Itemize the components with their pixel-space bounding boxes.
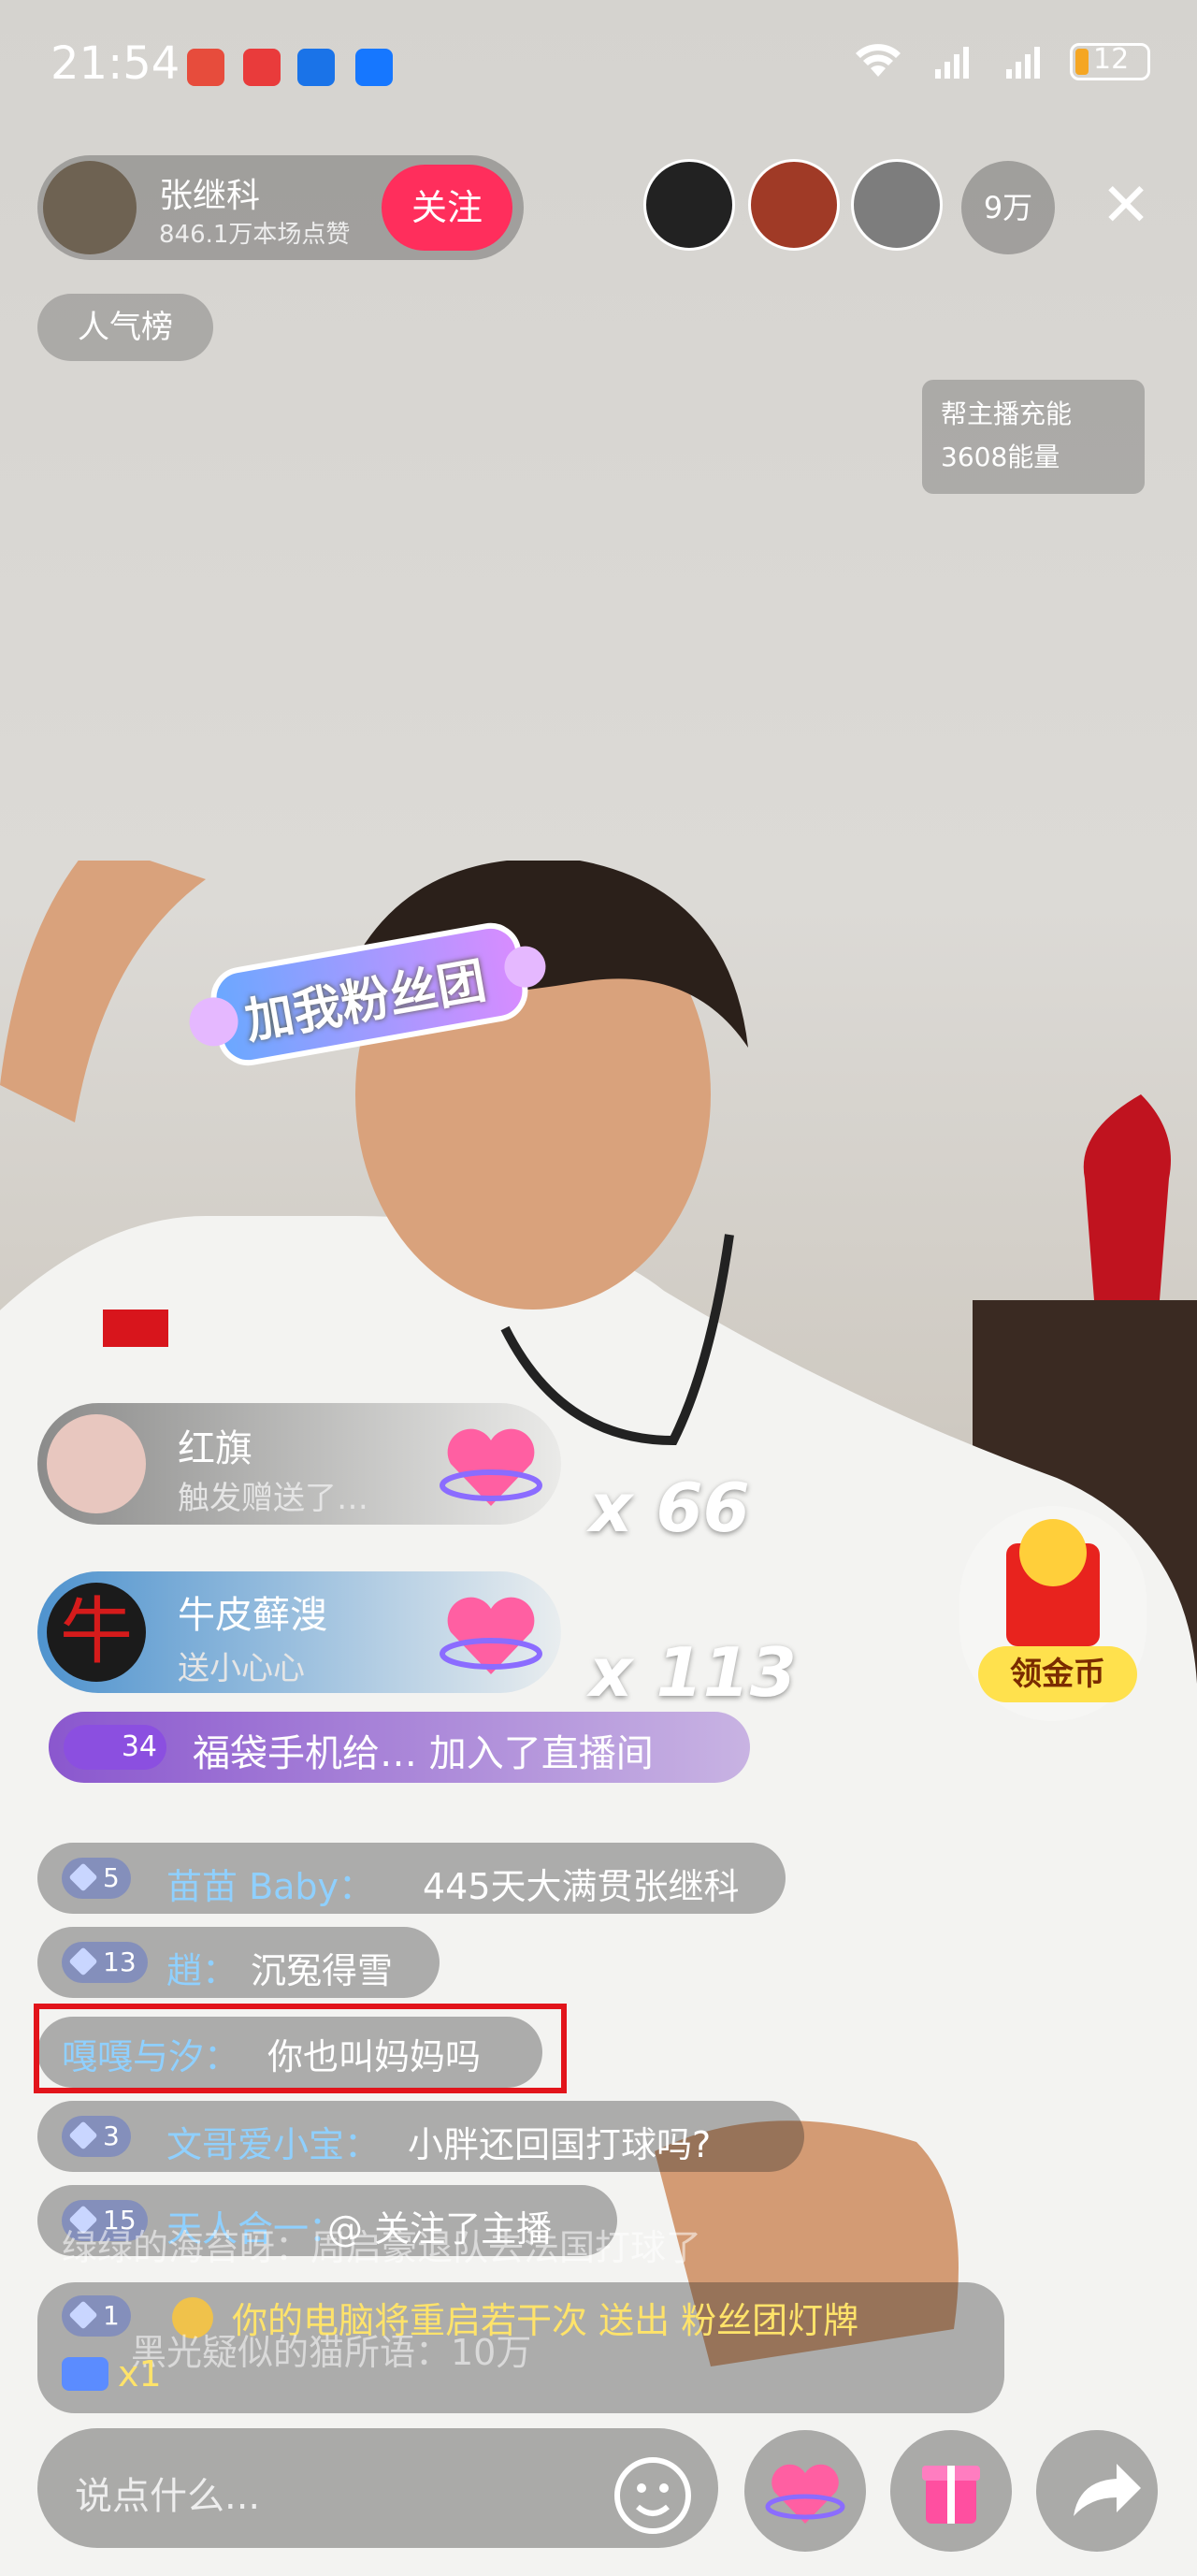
host-name: 张继科 [159, 177, 261, 215]
viewer-avatar[interactable] [748, 159, 840, 251]
emoji-icon[interactable] [613, 2456, 692, 2535]
status-bar: 21:54 12 [0, 0, 1197, 140]
notification-app-icon [297, 49, 335, 86]
popularity-rank-button[interactable]: 人气榜 [37, 294, 213, 361]
viewer-count[interactable]: 9万 [961, 161, 1055, 254]
heart-icon [765, 2464, 845, 2524]
heart-gift-button[interactable] [744, 2430, 866, 2552]
gift-sender-name: 红旗 [178, 1427, 252, 1470]
notification-app-icon [187, 49, 224, 86]
faded-comment: 黑光疑似的猫所语：10万 [131, 2332, 532, 2373]
comment-username[interactable]: 趙： [166, 1942, 238, 1993]
battery-level: 12 [1093, 43, 1130, 76]
comment-input-placeholder[interactable]: 说点什么... [75, 2466, 260, 2520]
heart-gift-icon [440, 1597, 542, 1674]
fan-club-sticker[interactable]: 加我粉丝团 [178, 905, 561, 1083]
heart-gift-icon [440, 1428, 542, 1506]
share-button[interactable] [1036, 2430, 1158, 2552]
notification-app-icon [355, 49, 393, 86]
share-icon [1074, 2464, 1141, 2516]
battery-icon: 12 [1070, 43, 1150, 80]
red-envelope-icon [1006, 1519, 1100, 1646]
notification-app-icon [243, 49, 281, 86]
comment-username[interactable]: 苗苗 Baby： [166, 1858, 374, 1909]
comment-text: 沉冤得雪 [251, 1950, 394, 1991]
level-badge: 5 [62, 1858, 131, 1899]
host-likes: 846.1万本场点赞 [159, 221, 351, 249]
host-avatar[interactable] [43, 161, 137, 254]
comment-highlight-box [34, 2004, 567, 2093]
fan-light-icon [62, 2357, 108, 2391]
signal-4g-icon [935, 47, 969, 79]
follow-button[interactable]: 关注 [382, 165, 512, 251]
gift-action: 触发赠送了… [178, 1480, 368, 1517]
level-badge: 34 [64, 1725, 166, 1770]
gift-sender-avatar[interactable] [47, 1414, 146, 1513]
comment-text: 445天大满贯张继科 [423, 1866, 740, 1907]
charge-energy-panel[interactable]: 帮主播充能 3608能量 [922, 380, 1145, 494]
gift-box-icon [922, 2466, 980, 2524]
viewer-avatar[interactable] [643, 159, 735, 251]
level-badge: 3 [62, 2116, 131, 2157]
gift-combo-count: x 113 [589, 1633, 797, 1712]
level-badge: 13 [62, 1942, 148, 1983]
gift-sender-name: 牛皮藓溲 [178, 1594, 327, 1637]
signal-icon [1006, 47, 1040, 79]
charge-value: 3608能量 [941, 441, 1060, 472]
status-time: 21:54 [50, 37, 180, 90]
close-icon[interactable]: ✕ [1094, 174, 1158, 238]
gift-button[interactable] [890, 2430, 1012, 2552]
join-text: 福袋手机给… 加入了直播间 [193, 1732, 654, 1775]
level-badge: 1 [62, 2295, 131, 2337]
comment-text: 小胖还回国打球吗? [408, 2124, 712, 2165]
faded-comment: 绿绿的海苔呀：周启豪退队去法国打球了 [62, 2227, 702, 2268]
gift-small-count: x1 [118, 2353, 162, 2395]
coin-reward-label[interactable]: 领金币 [978, 1646, 1137, 1702]
wifi-icon [856, 44, 901, 77]
charge-title: 帮主播充能 [941, 398, 1073, 429]
gift-combo-count: x 66 [589, 1469, 750, 1547]
gift-action: 送小心心 [178, 1650, 305, 1687]
comment-username[interactable]: 文哥爱小宝： [166, 2116, 380, 2167]
viewer-avatar[interactable] [851, 159, 943, 251]
gift-sender-avatar[interactable]: 牛 [47, 1583, 146, 1682]
